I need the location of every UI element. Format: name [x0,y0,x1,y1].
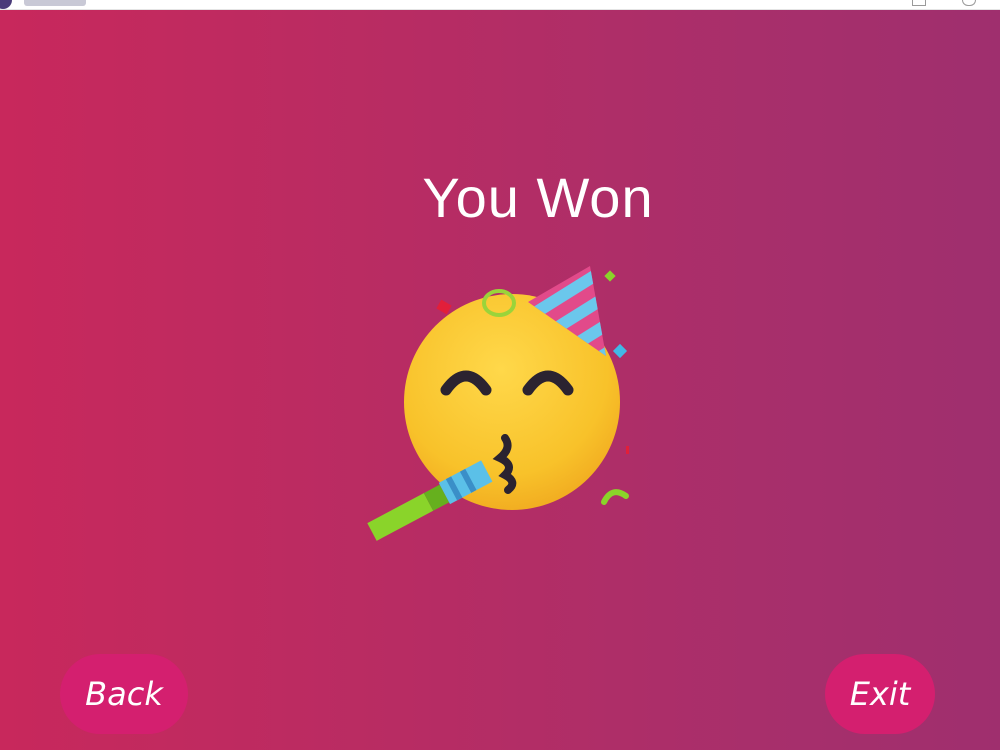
game-screen: You Won Back Exit [0,10,1000,750]
minimize-icon[interactable] [912,0,926,6]
partying-face-icon [367,266,629,541]
back-button[interactable]: Back [60,654,188,734]
app-logo-icon [0,0,12,9]
result-title: You Won [422,166,654,229]
close-icon[interactable] [962,0,976,6]
window-titlebar [0,0,1000,10]
window-title-text [24,0,86,6]
exit-button[interactable]: Exit [825,654,935,734]
